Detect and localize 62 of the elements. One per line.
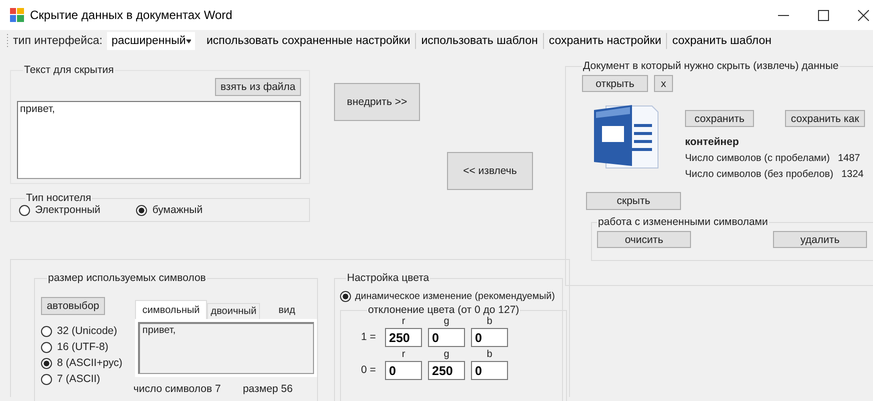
group-label: отклонение цвета (от 0 до 127) xyxy=(367,304,520,316)
group-label: Документ в который нужно скрыть (извлечь) данные xyxy=(582,60,840,72)
input-field[interactable]: 250 xyxy=(428,361,465,380)
close-document-button[interactable]: x xyxy=(654,75,673,92)
toolbar-button[interactable]: использовать сохраненные настройки xyxy=(201,35,416,47)
document-name: контейнер xyxy=(685,136,740,148)
channel-label: g xyxy=(444,349,450,361)
bit-label: 0 = xyxy=(361,364,377,378)
channel-label: r xyxy=(402,316,406,328)
channel-label: r xyxy=(402,349,406,361)
radio-button[interactable]: 8 (ASCII+рус) xyxy=(41,357,122,369)
group-label: размер используемых символов xyxy=(47,272,207,284)
group-label: Тип носителя xyxy=(25,192,92,204)
open-button[interactable]: открыть xyxy=(582,75,648,92)
maximize-icon xyxy=(818,10,828,20)
save-button[interactable]: сохранить xyxy=(685,110,754,127)
tab[interactable]: двоичный xyxy=(206,303,260,319)
window-title: Скрытие данных в документах Word xyxy=(30,8,234,22)
tab[interactable]: символьный xyxy=(135,300,207,319)
channel-label: b xyxy=(486,349,492,361)
group-label: Настройка цвета xyxy=(346,272,430,284)
stat-label: Число символов (с пробелами) xyxy=(685,153,830,164)
toolbar-button[interactable]: сохранить шаблон xyxy=(667,35,776,47)
interface-label: тип интерфейса: xyxy=(13,35,102,47)
file-button[interactable]: взять из файла xyxy=(215,78,301,96)
toolbar-button[interactable]: сохранить настройки xyxy=(544,35,666,47)
text-area[interactable]: привет, xyxy=(17,101,301,179)
save-as-button[interactable]: сохранить как xyxy=(785,110,865,127)
toolbar-button[interactable]: использовать шаблон xyxy=(416,35,543,47)
app-icon xyxy=(10,8,24,22)
input-field[interactable]: 250 xyxy=(385,328,422,347)
channel-label: g xyxy=(444,316,450,328)
symbol-count-label: число символов 7 xyxy=(133,383,221,395)
auto-select-button[interactable]: автовыбор xyxy=(41,297,105,315)
view-label: вид xyxy=(278,305,296,318)
radio-button[interactable]: динамическое изменение (рекомендуемый) xyxy=(340,291,555,302)
radio-button[interactable]: Электронный xyxy=(19,204,100,216)
embed-button[interactable]: внедрить >> xyxy=(334,83,420,121)
dropdown-arrow-icon xyxy=(186,38,192,44)
stat-value: 1487 xyxy=(838,153,860,164)
interface-dropdown[interactable]: расширенный xyxy=(107,32,196,50)
bit-label: 1 = xyxy=(361,331,377,345)
delete-button[interactable]: удалить xyxy=(773,231,867,248)
clear-button[interactable]: очисить xyxy=(597,231,691,248)
stat-value: 1324 xyxy=(841,169,864,180)
size-label: размер 56 xyxy=(242,383,293,395)
radio-button[interactable]: 16 (UTF-8) xyxy=(41,341,122,353)
input-field[interactable]: 0 xyxy=(471,361,508,380)
hide-button[interactable]: скрыть xyxy=(586,192,681,210)
radio-button[interactable]: 7 (ASCII) xyxy=(41,373,122,385)
radio-button[interactable]: бумажный xyxy=(136,204,203,216)
input-field[interactable]: 0 xyxy=(428,328,465,347)
extract-button[interactable]: << извлечь xyxy=(447,152,533,190)
input-field[interactable]: 0 xyxy=(471,328,508,347)
group-label: Текст для скрытия xyxy=(23,64,115,76)
input-field[interactable]: 0 xyxy=(385,361,422,380)
group-label: работа с измененными символами xyxy=(597,216,769,228)
preview-text-area[interactable]: привет, xyxy=(138,322,314,374)
stat-label: Число символов (без пробелов) xyxy=(685,169,834,180)
channel-label: b xyxy=(486,316,492,328)
radio-button[interactable]: 32 (Unicode) xyxy=(41,325,122,337)
close-icon xyxy=(858,10,868,20)
